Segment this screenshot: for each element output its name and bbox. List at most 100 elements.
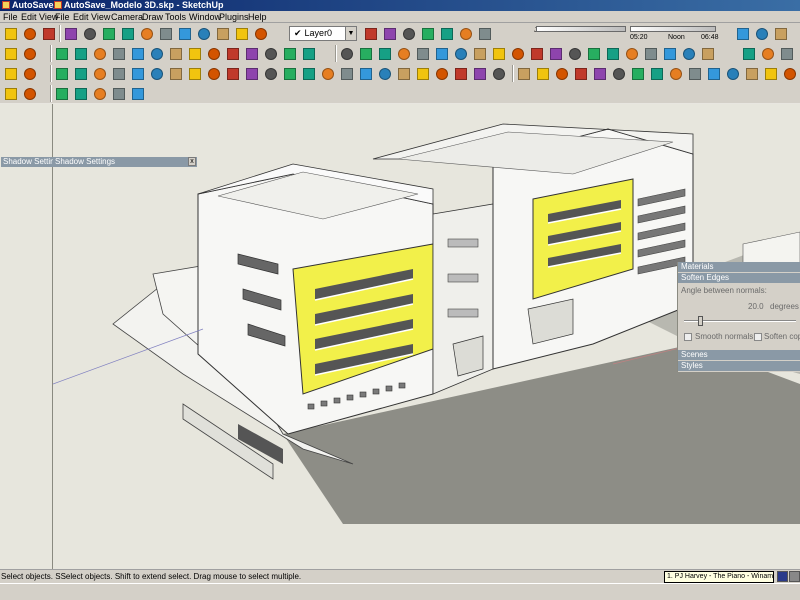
styles-header[interactable]: Styles [678, 361, 800, 371]
row3-tool-7-button[interactable] [129, 65, 146, 82]
row3-tool-30-button[interactable] [572, 65, 589, 82]
row1-tool-10-button[interactable] [176, 25, 193, 42]
shadow-date-slider[interactable] [536, 26, 626, 32]
row3-tool-12-button[interactable] [224, 65, 241, 82]
row3-tool-26-button[interactable] [490, 65, 507, 82]
row1-tool-22-button[interactable] [734, 25, 751, 42]
row3-tool-1-button[interactable] [2, 65, 19, 82]
row2-tool-6-button[interactable] [110, 45, 127, 62]
system-tray-icon[interactable] [789, 571, 800, 582]
close-icon[interactable]: x [188, 157, 196, 166]
row3-tool-16-button[interactable] [300, 65, 317, 82]
soften-coplanar-checkbox[interactable] [754, 333, 762, 341]
row3-tool-21-button[interactable] [395, 65, 412, 82]
row2-tool-12-button[interactable] [224, 45, 241, 62]
row1-tool-21-button[interactable] [476, 25, 493, 42]
row3-tool-39-button[interactable] [743, 65, 760, 82]
row3-tool-11-button[interactable] [205, 65, 222, 82]
row2-tool-19-button[interactable] [376, 45, 393, 62]
row1-tool-8-button[interactable] [138, 25, 155, 42]
row3-tool-15-button[interactable] [281, 65, 298, 82]
row1-tool-20-button[interactable] [457, 25, 474, 42]
row3-tool-31-button[interactable] [591, 65, 608, 82]
row4-tool-3-button[interactable] [53, 85, 70, 102]
row3-tool-23-button[interactable] [433, 65, 450, 82]
row2-tool-9-button[interactable] [167, 45, 184, 62]
row2-tool-23-button[interactable] [452, 45, 469, 62]
row1-tool-7-button[interactable] [119, 25, 136, 42]
row3-tool-41-button[interactable] [781, 65, 798, 82]
row1-tool-16-button[interactable] [381, 25, 398, 42]
row2-tool-15-button[interactable] [281, 45, 298, 62]
row3-tool-24-button[interactable] [452, 65, 469, 82]
row2-tool-27-button[interactable] [528, 45, 545, 62]
row4-tool-6-button[interactable] [110, 85, 127, 102]
menu-left-file[interactable]: File [1, 11, 20, 22]
menu-file[interactable]: File [53, 11, 72, 22]
layer-dropdown[interactable]: ✔ Layer0 ▼ [289, 26, 357, 41]
row2-tool-22-button[interactable] [433, 45, 450, 62]
row3-tool-36-button[interactable] [686, 65, 703, 82]
row3-tool-3-button[interactable] [53, 65, 70, 82]
row1-tool-2-button[interactable] [21, 25, 38, 42]
row3-tool-4-button[interactable] [72, 65, 89, 82]
row2-tool-4-button[interactable] [72, 45, 89, 62]
row2-tool-37-button[interactable] [740, 45, 757, 62]
row1-tool-11-button[interactable] [195, 25, 212, 42]
row3-tool-13-button[interactable] [243, 65, 260, 82]
row2-tool-33-button[interactable] [642, 45, 659, 62]
row3-tool-27-button[interactable] [515, 65, 532, 82]
menu-edit[interactable]: Edit [71, 11, 91, 22]
row3-tool-9-button[interactable] [167, 65, 184, 82]
row2-tool-5-button[interactable] [91, 45, 108, 62]
angle-slider-thumb[interactable] [698, 316, 703, 326]
row2-tool-25-button[interactable] [490, 45, 507, 62]
chevron-down-icon[interactable]: ▼ [345, 27, 356, 40]
row1-tool-15-button[interactable] [362, 25, 379, 42]
row2-tool-16-button[interactable] [300, 45, 317, 62]
row2-tool-28-button[interactable] [547, 45, 564, 62]
row1-tool-9-button[interactable] [157, 25, 174, 42]
row2-tool-18-button[interactable] [357, 45, 374, 62]
row3-tool-29-button[interactable] [553, 65, 570, 82]
row3-tool-6-button[interactable] [110, 65, 127, 82]
menu-draw[interactable]: Draw [140, 11, 165, 22]
row2-tool-38-button[interactable] [759, 45, 776, 62]
row2-tool-2-button[interactable] [21, 45, 38, 62]
row3-tool-14-button[interactable] [262, 65, 279, 82]
secondary-viewport[interactable] [0, 104, 53, 569]
row1-tool-4-button[interactable] [62, 25, 79, 42]
row3-tool-22-button[interactable] [414, 65, 431, 82]
row1-tool-23-button[interactable] [753, 25, 770, 42]
row2-tool-8-button[interactable] [148, 45, 165, 62]
smooth-normals-checkbox[interactable] [684, 333, 692, 341]
row3-tool-32-button[interactable] [610, 65, 627, 82]
row3-tool-8-button[interactable] [148, 65, 165, 82]
row3-tool-2-button[interactable] [21, 65, 38, 82]
row1-tool-6-button[interactable] [100, 25, 117, 42]
row2-tool-21-button[interactable] [414, 45, 431, 62]
menu-help[interactable]: Help [246, 11, 269, 22]
materials-header[interactable]: Materials [678, 262, 800, 272]
row4-tool-4-button[interactable] [72, 85, 89, 102]
row2-tool-35-button[interactable] [680, 45, 697, 62]
row1-tool-17-button[interactable] [400, 25, 417, 42]
row2-tool-36-button[interactable] [699, 45, 716, 62]
menu-left-edit[interactable]: Edit [19, 11, 39, 22]
row2-tool-31-button[interactable] [604, 45, 621, 62]
row2-tool-39-button[interactable] [778, 45, 795, 62]
row2-tool-24-button[interactable] [471, 45, 488, 62]
row2-tool-3-button[interactable] [53, 45, 70, 62]
row3-tool-40-button[interactable] [762, 65, 779, 82]
row3-tool-18-button[interactable] [338, 65, 355, 82]
row2-tool-29-button[interactable] [566, 45, 583, 62]
row2-tool-20-button[interactable] [395, 45, 412, 62]
row2-tool-17-button[interactable] [338, 45, 355, 62]
row4-tool-2-button[interactable] [21, 85, 38, 102]
row2-tool-13-button[interactable] [243, 45, 260, 62]
row2-tool-34-button[interactable] [661, 45, 678, 62]
row1-tool-18-button[interactable] [419, 25, 436, 42]
menu-tools[interactable]: Tools [163, 11, 188, 22]
scenes-header[interactable]: Scenes [678, 350, 800, 360]
row3-tool-5-button[interactable] [91, 65, 108, 82]
